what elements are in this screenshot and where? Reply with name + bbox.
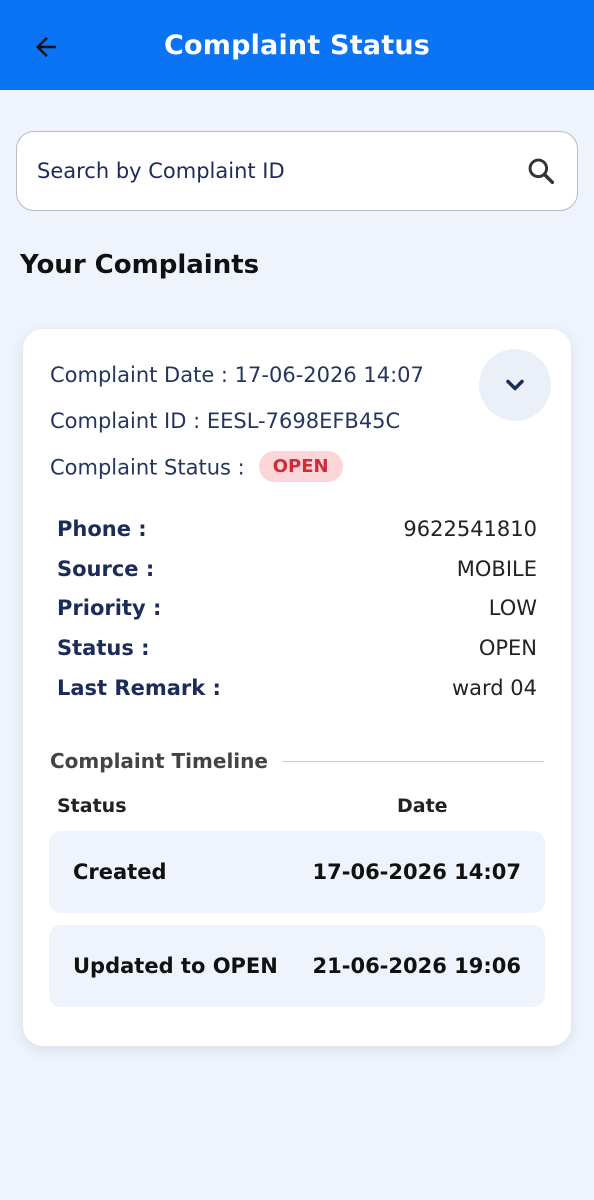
complaint-status-label: Complaint Status : bbox=[50, 455, 245, 480]
timeline-title: Complaint Timeline bbox=[50, 749, 268, 773]
divider bbox=[281, 760, 544, 762]
detail-row-priority: Priority : LOW bbox=[57, 593, 537, 623]
timeline-date: 17-06-2026 14:07 bbox=[312, 860, 521, 884]
complaint-date: Complaint Date : 17-06-2026 14:07 bbox=[50, 363, 424, 387]
complaint-status-line: Complaint Status : OPEN bbox=[50, 451, 343, 484]
detail-value: LOW bbox=[488, 596, 537, 620]
status-badge: OPEN bbox=[258, 451, 343, 482]
timeline-date: 21-06-2026 19:06 bbox=[312, 954, 521, 978]
arrow-left-icon bbox=[36, 37, 56, 57]
search-input[interactable] bbox=[37, 159, 523, 183]
complaint-card: Complaint Date : 17-06-2026 14:07 Compla… bbox=[23, 329, 571, 1046]
page-title: Complaint Status bbox=[163, 29, 431, 61]
timeline-status: Updated to OPEN bbox=[73, 954, 278, 978]
detail-value: MOBILE bbox=[456, 557, 537, 581]
section-title: Your Complaints bbox=[20, 250, 260, 280]
timeline-status: Created bbox=[73, 860, 167, 884]
detail-label: Phone : bbox=[57, 517, 147, 541]
complaint-id: Complaint ID : EESL-7698EFB45C bbox=[50, 409, 401, 433]
timeline-col-status: Status bbox=[57, 795, 127, 817]
timeline-col-date: Date bbox=[397, 795, 448, 817]
search-bar bbox=[16, 131, 578, 211]
detail-row-status: Status : OPEN bbox=[57, 633, 537, 663]
timeline-header: Complaint Timeline bbox=[50, 747, 544, 775]
detail-label: Source : bbox=[57, 557, 155, 581]
detail-label: Status : bbox=[57, 636, 150, 660]
expand-button[interactable] bbox=[479, 349, 551, 421]
detail-label: Last Remark : bbox=[57, 676, 221, 700]
detail-row-source: Source : MOBILE bbox=[57, 554, 537, 584]
detail-row-phone: Phone : 9622541810 bbox=[57, 514, 537, 544]
detail-row-last-remark: Last Remark : ward 04 bbox=[57, 673, 537, 703]
chevron-down-icon bbox=[506, 379, 524, 391]
search-icon[interactable] bbox=[523, 153, 559, 189]
detail-value: 9622541810 bbox=[403, 517, 537, 541]
app-bar: Complaint Status bbox=[0, 0, 594, 90]
detail-value: ward 04 bbox=[451, 676, 537, 700]
timeline-row: Updated to OPEN 21-06-2026 19:06 bbox=[49, 925, 545, 1007]
timeline-row: Created 17-06-2026 14:07 bbox=[49, 831, 545, 913]
back-button[interactable] bbox=[24, 25, 68, 69]
detail-value: OPEN bbox=[478, 636, 537, 660]
detail-label: Priority : bbox=[57, 596, 162, 620]
